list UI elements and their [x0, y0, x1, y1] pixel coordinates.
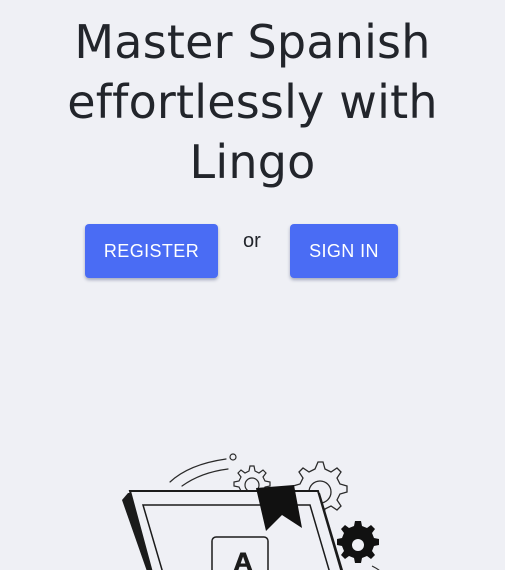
tablet-illustration: A [122, 490, 344, 570]
swoosh-right [371, 565, 380, 570]
sign-in-button[interactable]: SIGN IN [290, 224, 398, 278]
or-separator: or [243, 230, 261, 252]
gear-solid-icon [337, 521, 379, 563]
hero-illustration: A [122, 453, 380, 570]
hero-title-line-2: effortlessly with [67, 75, 438, 129]
hero-title-line-3: Lingo [189, 135, 316, 189]
register-button[interactable]: REGISTER [85, 224, 218, 278]
swoosh-lines [169, 453, 237, 487]
hero-title-line-1: Master Spanish [74, 15, 431, 69]
hero-title: Master Spanish effortlessly with Lingo [0, 12, 505, 192]
book-letter: A [234, 548, 253, 570]
